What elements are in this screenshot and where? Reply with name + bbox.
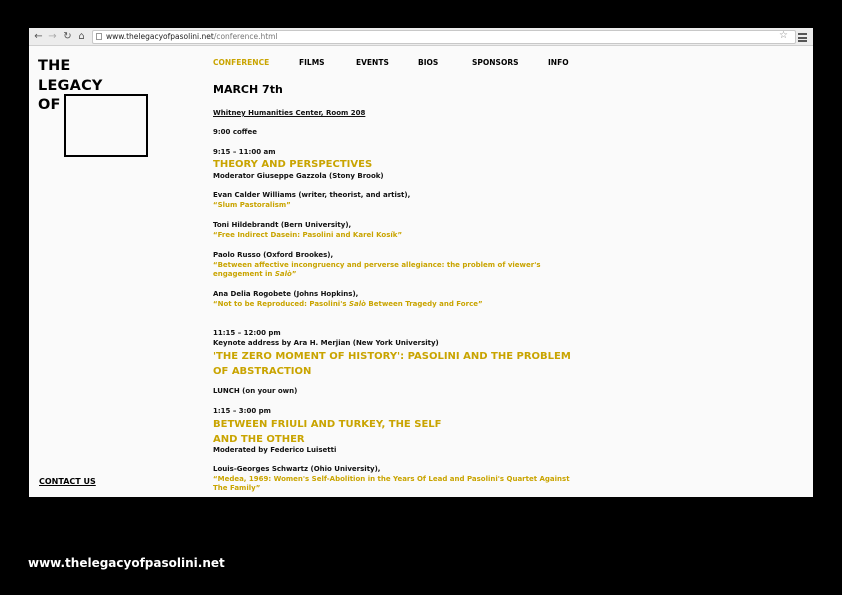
session2-keynote: Keynote address by Ara H. Merjian (New Y… — [213, 339, 439, 347]
bookmark-star-icon[interactable]: ☆ — [779, 30, 788, 42]
page-icon — [96, 33, 102, 40]
paper4-title-a: “Not to be Reproduced: Pasolini's — [213, 300, 347, 308]
session3-title-line2: AND THE OTHER — [213, 434, 305, 445]
schedule-date: MARCH 7th — [213, 83, 283, 96]
footer-url: www.thelegacyofpasolini.net — [28, 556, 225, 570]
logo-line-1: THE — [38, 58, 71, 74]
paper3-speaker: Paolo Russo (Oxford Brookes), — [213, 251, 334, 259]
session3-moderator: Moderated by Federico Luisetti — [213, 446, 337, 454]
paper4-title-b: Between Tragedy and Force” — [368, 300, 483, 308]
paper4-title: “Not to be Reproduced: Pasolini's Salò B… — [213, 300, 483, 309]
coffee-text: 9:00 coffee — [213, 128, 257, 136]
paper1-speaker: Evan Calder Williams (writer, theorist, … — [213, 191, 411, 199]
forward-arrow-icon[interactable]: → — [46, 30, 59, 43]
url-text: www.thelegacyofpasolini.net/conference.h… — [106, 31, 278, 43]
paper5-title-line1: “Medea, 1969: Women's Self-Abolition in … — [213, 475, 570, 483]
browser-window: ← → ↻ ⌂ www.thelegacyofpasolini.net/conf… — [29, 28, 813, 497]
paper2-speaker: Toni Hildebrandt (Bern University), — [213, 221, 352, 229]
paper4-title-em: Salò — [348, 300, 366, 308]
browser-toolbar: ← → ↻ ⌂ www.thelegacyofpasolini.net/conf… — [29, 28, 813, 46]
nav-films[interactable]: FILMS — [299, 58, 325, 67]
logo-frame — [64, 94, 148, 157]
paper2-title: “Free Indirect Dasein: Pasolini and Kare… — [213, 231, 403, 239]
paper1-title: “Slum Pastoralism” — [213, 201, 291, 209]
url-host: www.thelegacyofpasolini.net — [106, 32, 214, 41]
session1-moderator: Moderator Giuseppe Gazzola (Stony Brook) — [213, 172, 384, 180]
venue-link[interactable]: Whitney Humanities Center, Room 208 — [213, 109, 365, 118]
session3-title-line1: BETWEEN FRIULI AND TURKEY, THE SELF — [213, 419, 442, 430]
venue-text: Whitney Humanities Center, Room 208 — [213, 109, 366, 117]
menu-icon[interactable] — [798, 33, 807, 44]
nav-bios[interactable]: BIOS — [418, 58, 438, 67]
paper5-title-line2: The Family” — [213, 484, 261, 492]
address-bar[interactable]: www.thelegacyofpasolini.net/conference.h… — [92, 30, 796, 44]
paper5-speaker: Louis-Georges Schwartz (Ohio University)… — [213, 465, 381, 473]
nav-info[interactable]: INFO — [548, 58, 569, 67]
nav-events[interactable]: EVENTS — [356, 58, 389, 67]
lunch-text: LUNCH (on your own) — [213, 387, 298, 395]
paper3-title-line1: “Between affective incongruency and perv… — [213, 261, 541, 269]
nav-sponsors[interactable]: SPONSORS — [472, 58, 519, 67]
paper4-speaker: Ana Delia Rogobete (Johns Hopkins), — [213, 290, 359, 298]
url-path: /conference.html — [213, 32, 278, 41]
home-icon[interactable]: ⌂ — [75, 30, 88, 43]
back-arrow-icon[interactable]: ← — [32, 30, 45, 43]
reload-icon[interactable]: ↻ — [61, 30, 74, 43]
paper3-title-text: engagement in — [213, 270, 273, 278]
session1-time: 9:15 – 11:00 am — [213, 148, 276, 156]
paper3-title-line2: engagement in Salò” — [213, 270, 296, 279]
nav-conference[interactable]: CONFERENCE — [213, 58, 269, 67]
paper3-title-end: ” — [291, 270, 297, 278]
session2-time: 11:15 – 12:00 pm — [213, 329, 281, 337]
contact-us-link[interactable]: CONTACT US — [39, 477, 96, 486]
paper3-title-em: Salò — [274, 270, 292, 278]
session1-title: THEORY AND PERSPECTIVES — [213, 159, 373, 170]
session3-time: 1:15 – 3:00 pm — [213, 407, 271, 415]
session2-title-line2: OF ABSTRACTION — [213, 366, 312, 377]
session2-title-line1: 'THE ZERO MOMENT OF HISTORY': PASOLINI A… — [213, 351, 571, 362]
